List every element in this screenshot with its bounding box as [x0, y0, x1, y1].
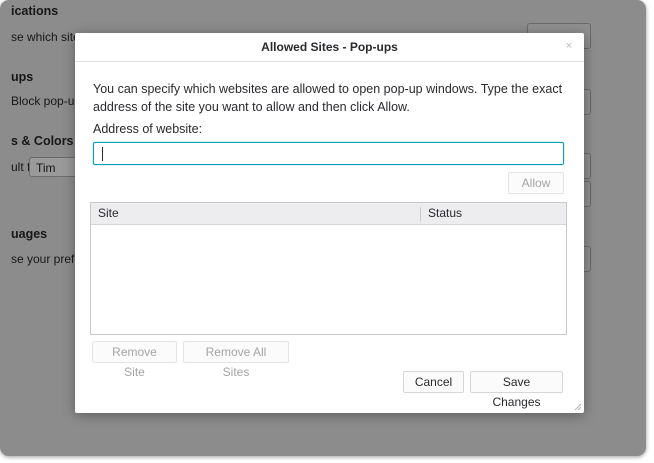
close-icon[interactable]: ×	[562, 39, 576, 53]
bg-languages-heading: uages	[11, 227, 48, 241]
address-input[interactable]	[93, 142, 564, 165]
column-header-site[interactable]: Site	[98, 206, 119, 220]
sites-table: Site Status	[90, 202, 567, 335]
remove-all-sites-button[interactable]: Remove All Sites	[183, 341, 289, 379]
remove-site-button[interactable]: Remove Site	[92, 341, 177, 379]
dialog-titlebar: Allowed Sites - Pop-ups ×	[75, 33, 584, 62]
bg-notifications-text: se which site	[11, 30, 80, 44]
column-header-status[interactable]: Status	[428, 206, 462, 220]
dialog-title: Allowed Sites - Pop-ups	[261, 40, 398, 54]
bg-languages-text: se your prefe	[11, 252, 82, 266]
resize-grip-icon[interactable]	[574, 403, 582, 411]
column-divider	[420, 207, 421, 221]
dialog-description: You can specify which websites are allow…	[93, 82, 563, 114]
bg-fonts-heading: s & Colors	[11, 134, 74, 148]
address-label: Address of website:	[93, 122, 203, 136]
bg-notifications-heading: ications	[11, 4, 59, 18]
cancel-button[interactable]: Cancel	[403, 371, 464, 393]
bg-popups-text: Block pop-up	[11, 94, 82, 108]
allowed-sites-dialog: Allowed Sites - Pop-ups × You can specif…	[75, 33, 584, 413]
allow-button[interactable]: Allow	[508, 172, 564, 194]
save-changes-button[interactable]: Save Changes	[470, 371, 563, 409]
table-header: Site Status	[91, 203, 566, 225]
bg-font-select: Tim	[29, 157, 81, 177]
preferences-window: ications se which site ups Block pop-up …	[0, 0, 646, 456]
bg-popups-heading: ups	[11, 70, 34, 84]
text-caret	[102, 147, 103, 161]
